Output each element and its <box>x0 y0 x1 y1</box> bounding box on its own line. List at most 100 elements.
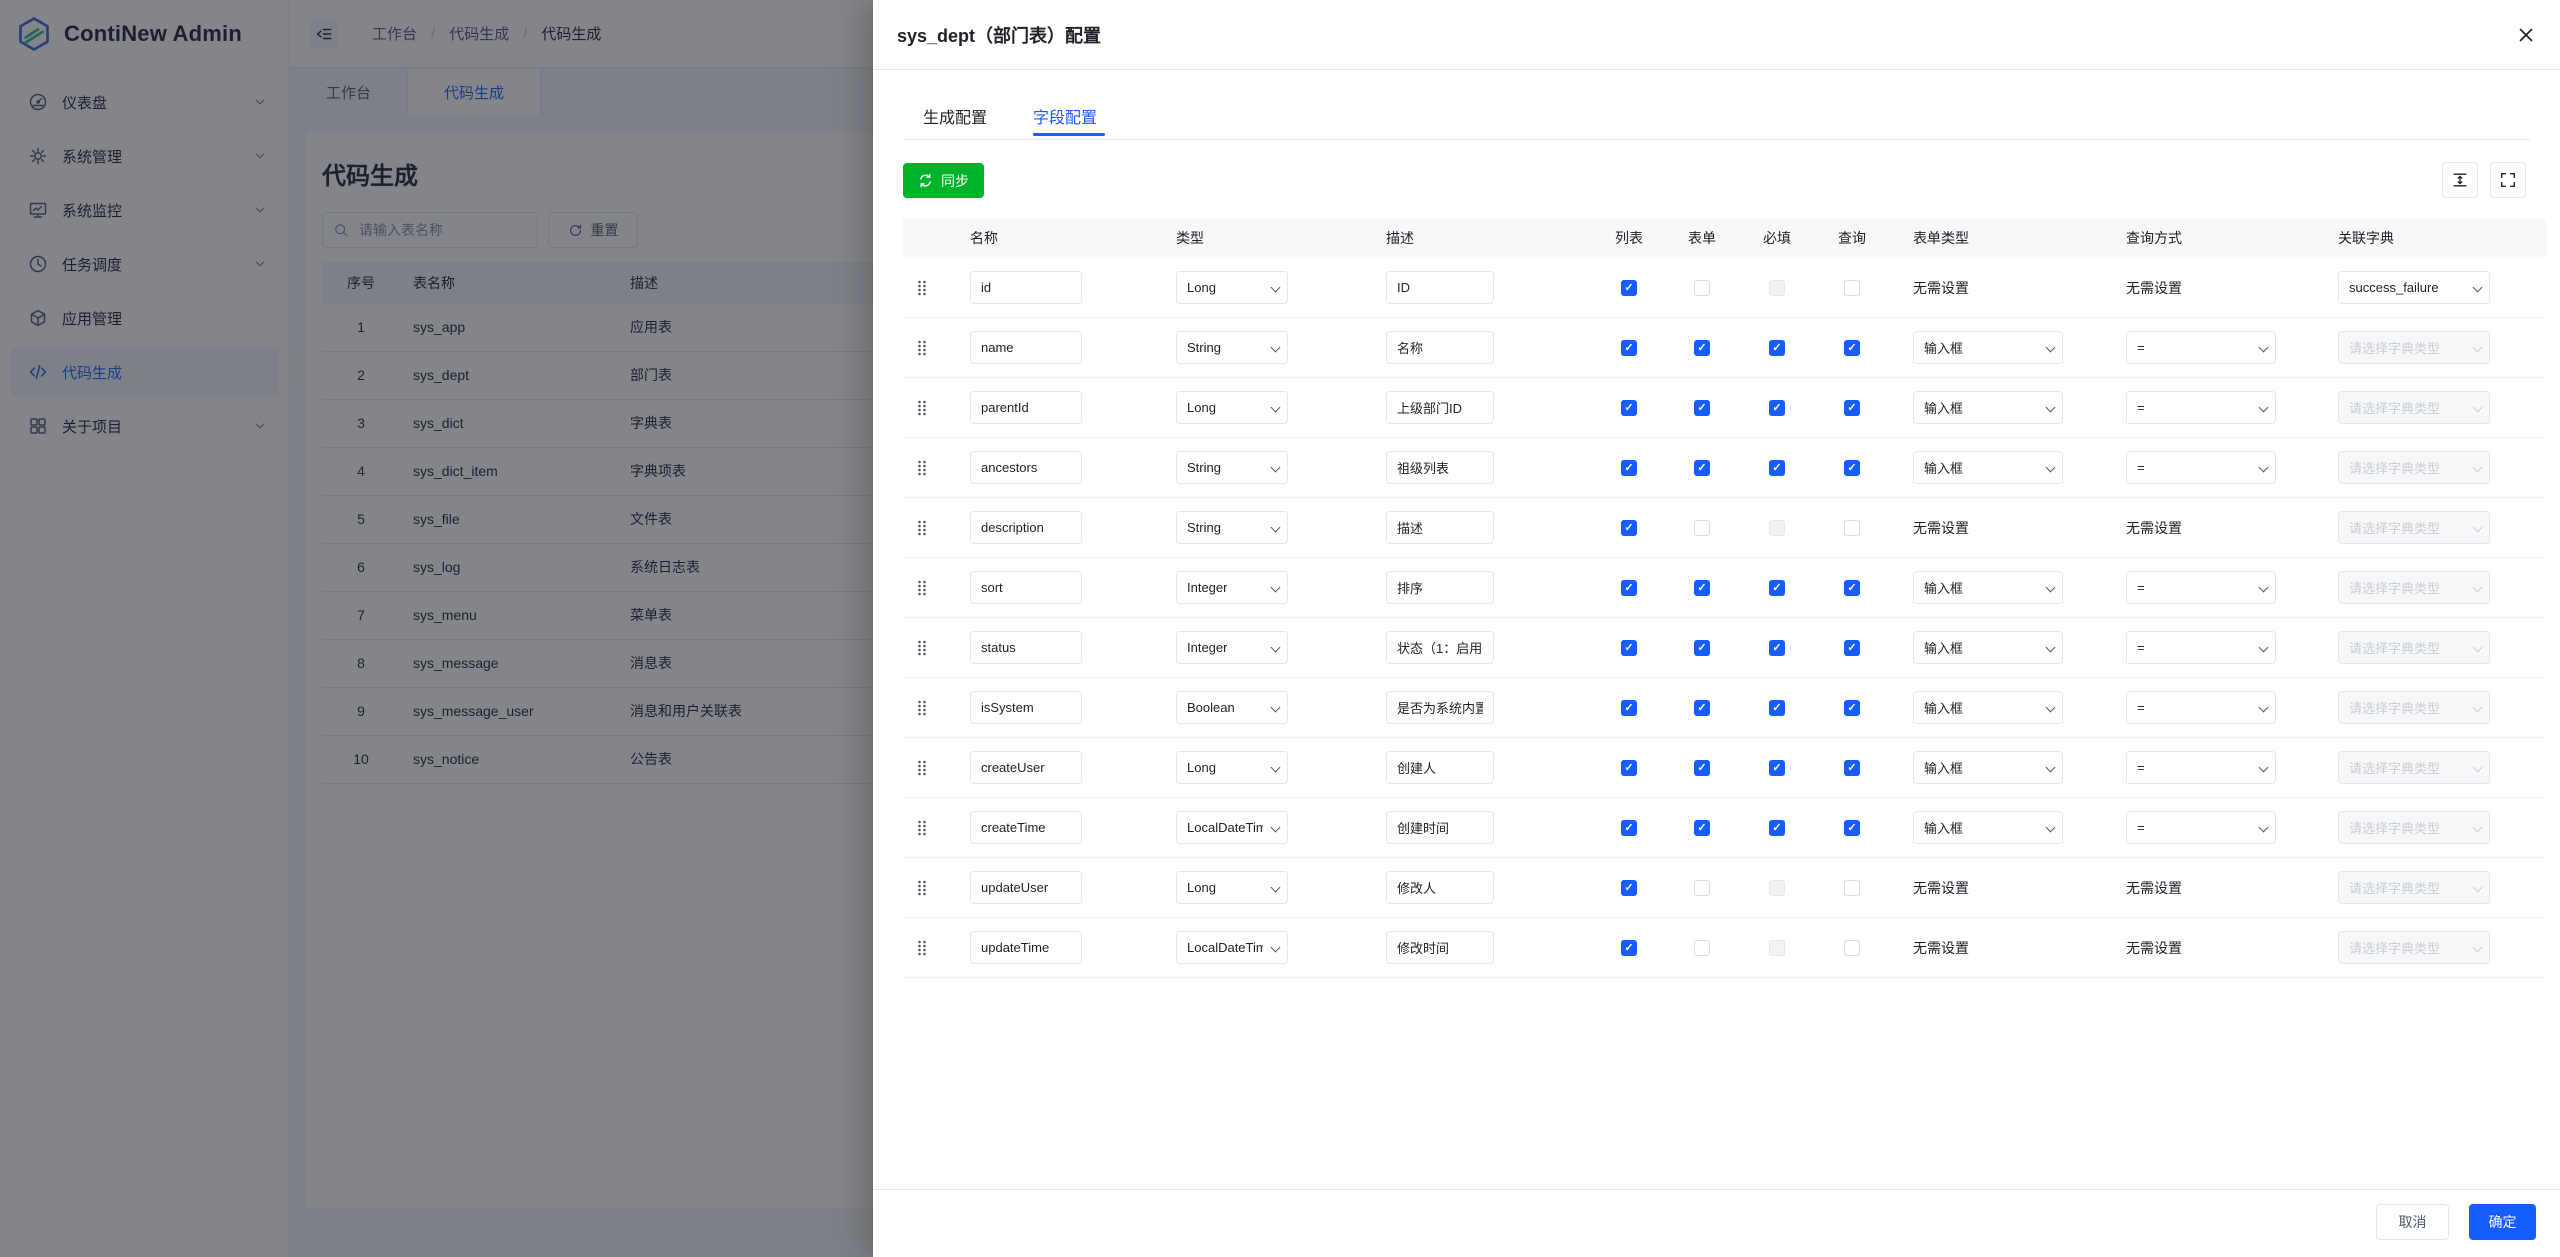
query-checkbox-checked[interactable]: ✓ <box>1844 700 1860 716</box>
form-checkbox-checked[interactable]: ✓ <box>1694 700 1710 716</box>
drag-handle-icon[interactable] <box>916 880 928 896</box>
field-type-select[interactable]: Long <box>1176 271 1288 304</box>
query-type-select[interactable]: = <box>2126 571 2276 604</box>
form-checkbox-checked[interactable]: ✓ <box>1694 340 1710 356</box>
field-name-input[interactable] <box>970 451 1082 484</box>
form-type-select[interactable]: 输入框 <box>1913 331 2063 364</box>
drag-handle-icon[interactable] <box>916 760 928 776</box>
field-name-input[interactable] <box>970 691 1082 724</box>
field-type-select[interactable]: Long <box>1176 751 1288 784</box>
drag-handle-icon[interactable] <box>916 280 928 296</box>
list-checkbox-checked[interactable]: ✓ <box>1621 940 1637 956</box>
form-checkbox-unchecked[interactable] <box>1694 940 1710 956</box>
field-desc-input[interactable] <box>1386 811 1494 844</box>
field-type-select[interactable]: Integer <box>1176 631 1288 664</box>
form-type-select[interactable]: 输入框 <box>1913 691 2063 724</box>
field-name-input[interactable] <box>970 571 1082 604</box>
field-desc-input[interactable] <box>1386 631 1494 664</box>
query-type-select[interactable]: = <box>2126 751 2276 784</box>
list-checkbox-checked[interactable]: ✓ <box>1621 700 1637 716</box>
list-checkbox-checked[interactable]: ✓ <box>1621 340 1637 356</box>
field-desc-input[interactable] <box>1386 451 1494 484</box>
field-type-select[interactable]: String <box>1176 331 1288 364</box>
required-checkbox-checked[interactable]: ✓ <box>1769 700 1785 716</box>
field-name-input[interactable] <box>970 511 1082 544</box>
field-name-input[interactable] <box>970 931 1082 964</box>
field-type-select[interactable]: String <box>1176 511 1288 544</box>
close-icon[interactable] <box>2516 25 2536 45</box>
required-checkbox-checked[interactable]: ✓ <box>1769 580 1785 596</box>
dict-select[interactable]: 请选择字典类型 <box>2338 331 2490 364</box>
list-checkbox-checked[interactable]: ✓ <box>1621 760 1637 776</box>
drag-handle-icon[interactable] <box>916 400 928 416</box>
form-type-select[interactable]: 输入框 <box>1913 751 2063 784</box>
dict-select[interactable]: 请选择字典类型 <box>2338 451 2490 484</box>
drag-handle-icon[interactable] <box>916 520 928 536</box>
field-type-select[interactable]: Long <box>1176 391 1288 424</box>
field-name-input[interactable] <box>970 751 1082 784</box>
query-type-select[interactable]: = <box>2126 811 2276 844</box>
field-desc-input[interactable] <box>1386 931 1494 964</box>
form-checkbox-checked[interactable]: ✓ <box>1694 460 1710 476</box>
field-type-select[interactable]: Boolean <box>1176 691 1288 724</box>
field-name-input[interactable] <box>970 331 1082 364</box>
query-checkbox-checked[interactable]: ✓ <box>1844 400 1860 416</box>
query-type-select[interactable]: = <box>2126 691 2276 724</box>
query-checkbox-unchecked[interactable] <box>1844 940 1860 956</box>
field-name-input[interactable] <box>970 631 1082 664</box>
drag-handle-icon[interactable] <box>916 820 928 836</box>
query-checkbox-checked[interactable]: ✓ <box>1844 820 1860 836</box>
required-checkbox-checked[interactable]: ✓ <box>1769 640 1785 656</box>
drag-handle-icon[interactable] <box>916 460 928 476</box>
query-checkbox-checked[interactable]: ✓ <box>1844 640 1860 656</box>
form-checkbox-checked[interactable]: ✓ <box>1694 580 1710 596</box>
dict-select[interactable]: 请选择字典类型 <box>2338 511 2490 544</box>
field-type-select[interactable]: Long <box>1176 871 1288 904</box>
query-checkbox-unchecked[interactable] <box>1844 280 1860 296</box>
query-checkbox-checked[interactable]: ✓ <box>1844 760 1860 776</box>
drag-handle-icon[interactable] <box>916 700 928 716</box>
required-checkbox-checked[interactable]: ✓ <box>1769 760 1785 776</box>
confirm-button[interactable]: 确定 <box>2469 1204 2536 1240</box>
field-name-input[interactable] <box>970 811 1082 844</box>
query-type-select[interactable]: = <box>2126 451 2276 484</box>
field-desc-input[interactable] <box>1386 391 1494 424</box>
form-checkbox-unchecked[interactable] <box>1694 880 1710 896</box>
dict-select[interactable]: 请选择字典类型 <box>2338 871 2490 904</box>
form-checkbox-checked[interactable]: ✓ <box>1694 760 1710 776</box>
query-type-select[interactable]: = <box>2126 331 2276 364</box>
field-type-select[interactable]: String <box>1176 451 1288 484</box>
field-desc-input[interactable] <box>1386 271 1494 304</box>
form-type-select[interactable]: 输入框 <box>1913 631 2063 664</box>
query-checkbox-unchecked[interactable] <box>1844 880 1860 896</box>
form-checkbox-unchecked[interactable] <box>1694 280 1710 296</box>
query-checkbox-unchecked[interactable] <box>1844 520 1860 536</box>
field-desc-input[interactable] <box>1386 871 1494 904</box>
required-checkbox-checked[interactable]: ✓ <box>1769 460 1785 476</box>
required-checkbox-checked[interactable]: ✓ <box>1769 400 1785 416</box>
list-checkbox-checked[interactable]: ✓ <box>1621 460 1637 476</box>
field-name-input[interactable] <box>970 871 1082 904</box>
required-checkbox-checked[interactable]: ✓ <box>1769 820 1785 836</box>
field-type-select[interactable]: LocalDateTime <box>1176 811 1288 844</box>
form-checkbox-unchecked[interactable] <box>1694 520 1710 536</box>
form-type-select[interactable]: 输入框 <box>1913 451 2063 484</box>
dict-select[interactable]: 请选择字典类型 <box>2338 631 2490 664</box>
tab-field-config[interactable]: 字段配置 <box>1033 104 1097 128</box>
dict-select[interactable]: 请选择字典类型 <box>2338 811 2490 844</box>
list-checkbox-checked[interactable]: ✓ <box>1621 520 1637 536</box>
sync-button[interactable]: 同步 <box>903 163 984 198</box>
dict-select[interactable]: 请选择字典类型 <box>2338 391 2490 424</box>
form-type-select[interactable]: 输入框 <box>1913 391 2063 424</box>
field-desc-input[interactable] <box>1386 331 1494 364</box>
fullscreen-button[interactable] <box>2490 162 2526 198</box>
required-checkbox-checked[interactable]: ✓ <box>1769 340 1785 356</box>
drag-handle-icon[interactable] <box>916 340 928 356</box>
field-type-select[interactable]: LocalDateTime <box>1176 931 1288 964</box>
dict-select[interactable]: 请选择字典类型 <box>2338 751 2490 784</box>
query-checkbox-checked[interactable]: ✓ <box>1844 580 1860 596</box>
drag-handle-icon[interactable] <box>916 640 928 656</box>
drag-handle-icon[interactable] <box>916 940 928 956</box>
dict-select[interactable]: 请选择字典类型 <box>2338 931 2490 964</box>
form-checkbox-checked[interactable]: ✓ <box>1694 820 1710 836</box>
